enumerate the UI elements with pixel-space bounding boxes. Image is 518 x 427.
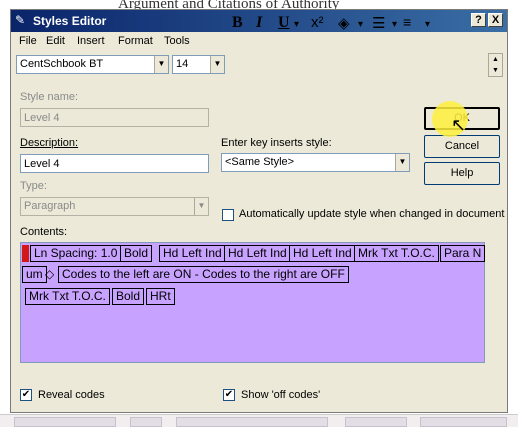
menu-insert[interactable]: Insert — [77, 35, 105, 47]
underline-dropdown-icon[interactable]: ▾ — [294, 19, 299, 30]
font-face-dropdown[interactable]: CentSchbook BT ▼ — [16, 55, 169, 74]
enter-key-style-dropdown[interactable]: <Same Style> ▼ — [221, 153, 410, 172]
description-value: Level 4 — [24, 158, 60, 170]
enter-key-style-value: <Same Style> — [225, 156, 295, 168]
description-label: Description: — [20, 137, 79, 149]
font-size-value: 14 — [176, 58, 189, 70]
italic-icon[interactable]: I — [256, 14, 262, 32]
contents-codes-area[interactable]: Ln Spacing: 1.0 Bold Hd Left Ind Hd Left… — [20, 242, 486, 363]
contents-label: Contents: — [20, 226, 68, 238]
code-bold-off[interactable]: Bold — [112, 288, 145, 305]
styles-editor-dialog: ✎ Styles Editor ? X File Edit Insert For… — [10, 9, 508, 413]
code-para-num-end[interactable]: um — [22, 266, 47, 283]
mouse-pointer-icon: ↖ — [451, 115, 467, 135]
show-off-codes-checkbox[interactable]: ✔ — [223, 389, 235, 401]
help-title-button[interactable]: ? — [471, 13, 486, 27]
font-face-value: CentSchbook BT — [20, 58, 104, 70]
menu-bar: File Edit Insert Format Tools — [11, 32, 507, 50]
code-hd-left-ind-3[interactable]: Hd Left Ind — [289, 245, 356, 262]
type-label: Type: — [20, 180, 47, 192]
app-icon: ✎ — [15, 13, 26, 27]
chevron-down-icon: ▼ — [194, 198, 208, 215]
show-off-codes-label: Show 'off codes' — [241, 389, 321, 401]
codes-on-off-divider: Codes to the left are ON - Codes to the … — [58, 266, 349, 283]
fill-dropdown-icon[interactable]: ▾ — [358, 19, 363, 30]
toolbar-scroll-spinner[interactable]: ▲ ▼ — [488, 53, 503, 77]
underline-icon[interactable]: U — [278, 14, 290, 32]
line-spacing-dropdown-icon[interactable]: ▾ — [425, 19, 430, 30]
menu-edit[interactable]: Edit — [46, 35, 65, 47]
style-name-field: Level 4 — [20, 108, 209, 127]
cancel-button[interactable]: Cancel — [424, 135, 500, 158]
justification-dropdown-icon[interactable]: ▾ — [392, 19, 397, 30]
justification-icon[interactable]: ☰ — [372, 14, 385, 32]
reveal-codes-label: Reveal codes — [38, 389, 105, 401]
code-hrt[interactable]: HRt — [146, 288, 175, 305]
code-hd-left-ind-2[interactable]: Hd Left Ind — [224, 245, 291, 262]
menu-tools[interactable]: Tools — [164, 35, 190, 47]
code-ln-spacing[interactable]: Ln Spacing: 1.0 — [30, 245, 122, 262]
font-size-dropdown[interactable]: 14 ▼ — [172, 55, 225, 74]
type-dropdown: Paragraph ▼ — [20, 197, 209, 216]
insertion-marker — [22, 245, 29, 262]
close-button[interactable]: X — [488, 13, 503, 27]
enter-key-inserts-label: Enter key inserts style: — [221, 137, 332, 149]
description-input[interactable]: Level 4 — [20, 154, 209, 173]
style-name-value: Level 4 — [24, 112, 60, 124]
reveal-codes-checkbox[interactable]: ✔ — [20, 389, 32, 401]
code-para-num-start[interactable]: Para N — [440, 245, 486, 262]
help-button[interactable]: Help — [424, 162, 500, 185]
auto-update-checkbox[interactable] — [222, 209, 234, 221]
chevron-down-icon[interactable]: ▼ — [395, 154, 409, 171]
highlight-fill-icon[interactable]: ◈ — [338, 14, 350, 32]
line-spacing-icon[interactable]: ≡ — [403, 14, 411, 30]
style-name-label: Style name: — [20, 91, 79, 103]
type-value: Paragraph — [24, 200, 76, 212]
menu-format[interactable]: Format — [118, 35, 153, 47]
menu-file[interactable]: File — [19, 35, 37, 47]
chevron-down-icon[interactable]: ▼ — [210, 56, 224, 73]
superscript-icon[interactable]: x² — [311, 14, 324, 31]
code-mrk-txt-toc-off[interactable]: Mrk Txt T.O.C. — [25, 288, 110, 305]
code-mrk-txt-toc-on[interactable]: Mrk Txt T.O.C. — [354, 245, 439, 262]
window-title: Styles Editor — [33, 14, 107, 28]
background-doc-bottom-bar — [0, 414, 518, 427]
code-hd-left-ind-1[interactable]: Hd Left Ind — [159, 245, 226, 262]
bold-icon[interactable]: B — [232, 14, 243, 32]
code-bold-on[interactable]: Bold — [120, 245, 153, 262]
auto-update-label: Automatically update style when changed … — [239, 208, 505, 220]
chevron-down-icon[interactable]: ▼ — [154, 56, 168, 73]
divider-diamond-icon: ◇ — [45, 267, 55, 281]
